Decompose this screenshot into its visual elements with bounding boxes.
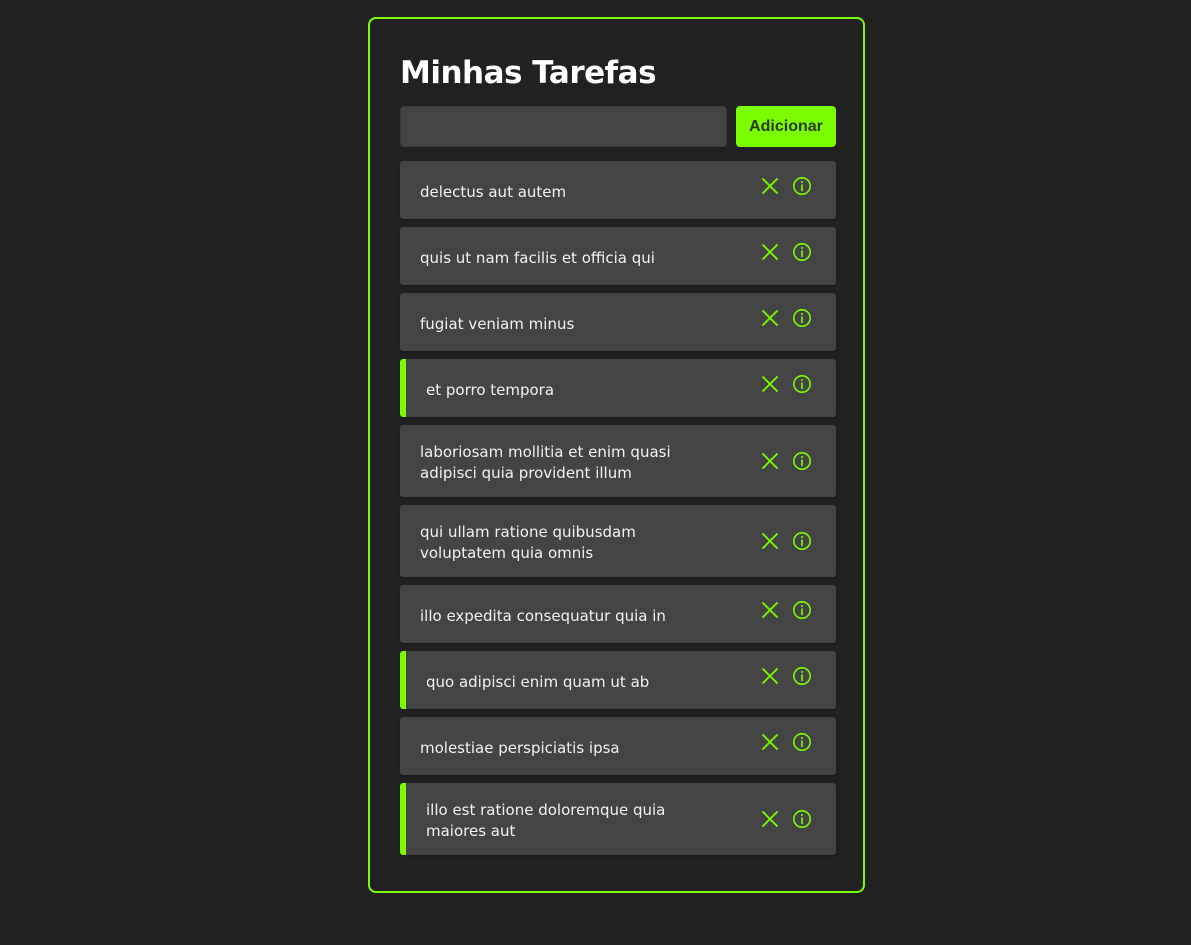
add-task-button[interactable]: Adicionar bbox=[736, 106, 836, 147]
todo-card: Minhas Tarefas Adicionar delectus aut au… bbox=[368, 17, 865, 893]
info-icon[interactable] bbox=[792, 666, 812, 686]
task-actions bbox=[760, 451, 812, 471]
info-icon[interactable] bbox=[792, 732, 812, 752]
task-actions bbox=[760, 176, 812, 196]
task-text: quis ut nam facilis et officia qui bbox=[420, 248, 655, 267]
info-icon[interactable] bbox=[792, 809, 812, 829]
task-actions bbox=[760, 600, 812, 620]
close-icon[interactable] bbox=[760, 732, 780, 752]
task-item[interactable]: qui ullam ratione quibusdam voluptatem q… bbox=[400, 505, 836, 577]
new-task-input[interactable] bbox=[400, 106, 727, 147]
info-icon[interactable] bbox=[792, 600, 812, 620]
close-icon[interactable] bbox=[760, 242, 780, 262]
info-icon[interactable] bbox=[792, 451, 812, 471]
task-text: illo est ratione doloremque quia maiores… bbox=[426, 801, 666, 840]
close-icon[interactable] bbox=[760, 374, 780, 394]
info-icon[interactable] bbox=[792, 308, 812, 328]
task-text: delectus aut autem bbox=[420, 182, 567, 201]
task-text: laboriosam mollitia et enim quasi adipis… bbox=[420, 443, 671, 482]
close-icon[interactable] bbox=[760, 176, 780, 196]
info-icon[interactable] bbox=[792, 176, 812, 196]
task-actions bbox=[760, 374, 812, 394]
info-icon[interactable] bbox=[792, 531, 812, 551]
task-text: quo adipisci enim quam ut ab bbox=[426, 672, 650, 691]
close-icon[interactable] bbox=[760, 451, 780, 471]
page-title: Minhas Tarefas bbox=[400, 55, 657, 91]
task-item[interactable]: quis ut nam facilis et officia qui bbox=[400, 227, 836, 285]
task-actions bbox=[760, 308, 812, 328]
task-actions bbox=[760, 531, 812, 551]
task-actions bbox=[760, 809, 812, 829]
task-text: fugiat veniam minus bbox=[420, 314, 575, 333]
task-text: molestiae perspiciatis ipsa bbox=[420, 738, 620, 757]
close-icon[interactable] bbox=[760, 666, 780, 686]
task-item[interactable]: illo expedita consequatur quia in bbox=[400, 585, 836, 643]
info-icon[interactable] bbox=[792, 374, 812, 394]
close-icon[interactable] bbox=[760, 308, 780, 328]
task-text: qui ullam ratione quibusdam voluptatem q… bbox=[420, 523, 636, 562]
task-item[interactable]: fugiat veniam minus bbox=[400, 293, 836, 351]
task-list: delectus aut autem quis ut nam facilis e… bbox=[400, 161, 836, 863]
task-item-completed[interactable]: illo est ratione doloremque quia maiores… bbox=[400, 783, 836, 855]
task-actions bbox=[760, 242, 812, 262]
task-actions bbox=[760, 666, 812, 686]
close-icon[interactable] bbox=[760, 600, 780, 620]
task-text: illo expedita consequatur quia in bbox=[420, 606, 666, 625]
close-icon[interactable] bbox=[760, 809, 780, 829]
task-item[interactable]: laboriosam mollitia et enim quasi adipis… bbox=[400, 425, 836, 497]
close-icon[interactable] bbox=[760, 531, 780, 551]
task-item-completed[interactable]: quo adipisci enim quam ut ab bbox=[400, 651, 836, 709]
task-item-completed[interactable]: et porro tempora bbox=[400, 359, 836, 417]
task-item[interactable]: molestiae perspiciatis ipsa bbox=[400, 717, 836, 775]
info-icon[interactable] bbox=[792, 242, 812, 262]
task-text: et porro tempora bbox=[426, 380, 555, 399]
task-item[interactable]: delectus aut autem bbox=[400, 161, 836, 219]
task-actions bbox=[760, 732, 812, 752]
